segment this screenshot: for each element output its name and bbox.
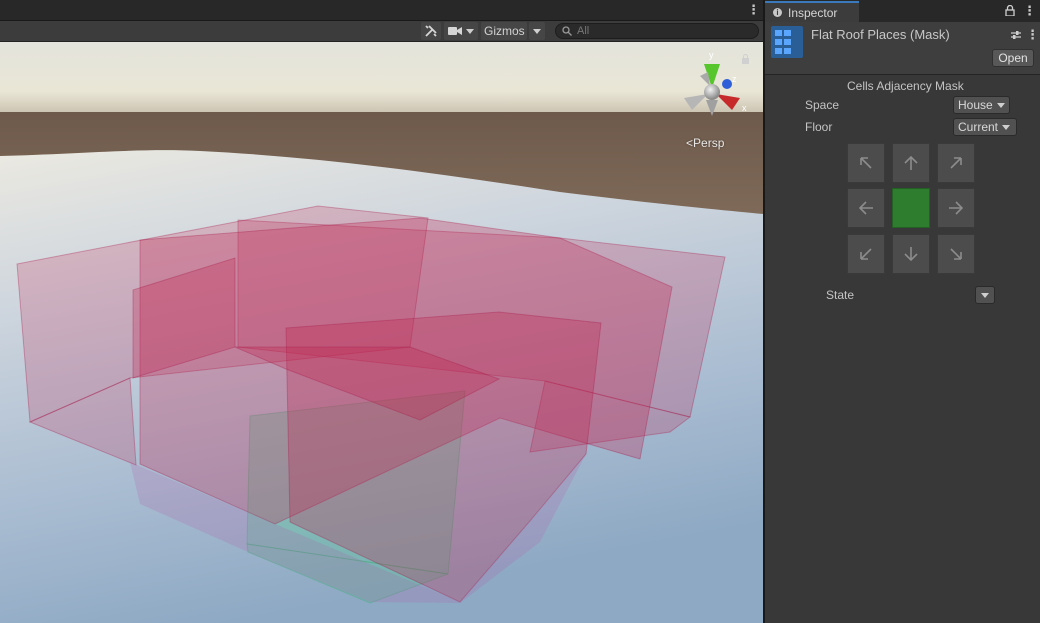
tools-toggle-button[interactable] — [421, 22, 441, 40]
search-icon — [562, 26, 572, 36]
search-placeholder: All — [577, 25, 590, 37]
gizmos-dropdown-button[interactable] — [529, 22, 545, 40]
cell-up-left[interactable] — [847, 143, 885, 183]
chevron-down-icon — [981, 292, 989, 298]
state-dropdown[interactable] — [975, 286, 995, 304]
tools-icon — [425, 25, 437, 37]
y-axis-label: y — [709, 50, 714, 60]
inspector-more-menu-icon[interactable]: ⋮ — [1023, 4, 1036, 17]
component-more-menu-icon[interactable]: ⋮ — [1026, 28, 1039, 41]
space-dropdown[interactable]: House — [953, 96, 1010, 114]
lock-icon[interactable] — [1005, 5, 1015, 16]
asset-header: Flat Roof Places (Mask) ⋮ Open — [765, 22, 1040, 75]
inspector-tab-bar: i Inspector ⋮ — [765, 0, 1040, 22]
cell-down[interactable] — [892, 234, 930, 274]
arrow-down-right-icon — [950, 248, 962, 260]
arrow-down-left-icon — [860, 248, 872, 260]
camera-icon — [448, 27, 462, 35]
grid-asset-icon — [771, 26, 803, 58]
cell-left[interactable] — [847, 188, 885, 228]
camera-settings-button[interactable] — [444, 22, 478, 40]
cell-up-right[interactable] — [937, 143, 975, 183]
arrow-left-icon — [858, 201, 873, 215]
cell-center[interactable] — [892, 188, 930, 228]
floor-dropdown[interactable]: Current — [953, 118, 1017, 136]
preset-settings-icon[interactable] — [1010, 29, 1022, 41]
cell-down-right[interactable] — [937, 234, 975, 274]
scene-tab-bar: ⋮ — [0, 0, 763, 21]
open-button[interactable]: Open — [992, 49, 1034, 67]
gizmos-button[interactable]: Gizmos — [481, 22, 527, 40]
chevron-down-icon — [996, 102, 1005, 108]
gizmo-center[interactable] — [704, 84, 720, 100]
scene-view[interactable]: ⋮ Gizmos All y z x <Persp — [0, 0, 763, 623]
z-axis-label: z — [732, 74, 737, 84]
scene-render: y z x — [0, 42, 763, 623]
arrow-down-icon — [904, 247, 918, 262]
inspector-panel: i Inspector ⋮ Flat Roof Places (Mask) ⋮ — [765, 0, 1040, 623]
chevron-down-icon — [533, 28, 541, 34]
scene-search-field[interactable]: All — [555, 23, 759, 39]
space-label: Space — [805, 98, 840, 112]
scene-viewport[interactable]: y z x <Persp — [0, 42, 763, 623]
cell-down-left[interactable] — [847, 234, 885, 274]
chevron-down-icon — [1002, 124, 1011, 130]
info-icon: i — [773, 8, 782, 17]
floor-label: Floor — [805, 120, 833, 134]
arrow-up-right-icon — [950, 157, 962, 169]
state-label: State — [826, 288, 855, 302]
floor-value: Current — [958, 120, 999, 134]
cell-up[interactable] — [892, 143, 930, 183]
scene-toolbar: Gizmos All — [0, 21, 763, 42]
section-title: Cells Adjacency Mask — [847, 79, 964, 93]
projection-mode-text: Persp — [693, 136, 725, 150]
asset-title: Flat Roof Places (Mask) — [811, 27, 950, 42]
arrow-up-icon — [904, 155, 918, 170]
x-axis-label: x — [742, 103, 747, 113]
scene-more-menu-icon[interactable]: ⋮ — [747, 3, 760, 16]
tab-inspector-label: Inspector — [788, 5, 838, 20]
chevron-left-icon: < — [686, 136, 694, 150]
space-value: House — [958, 98, 993, 112]
projection-mode-label[interactable]: <Persp — [686, 136, 724, 150]
tab-inspector[interactable]: i Inspector — [765, 1, 859, 22]
chevron-down-icon — [466, 28, 474, 34]
cell-right[interactable] — [937, 188, 975, 228]
arrow-right-icon — [949, 201, 964, 215]
gizmos-label: Gizmos — [484, 24, 525, 38]
z-axis-cone[interactable] — [722, 79, 732, 89]
arrow-up-left-icon — [860, 157, 872, 169]
